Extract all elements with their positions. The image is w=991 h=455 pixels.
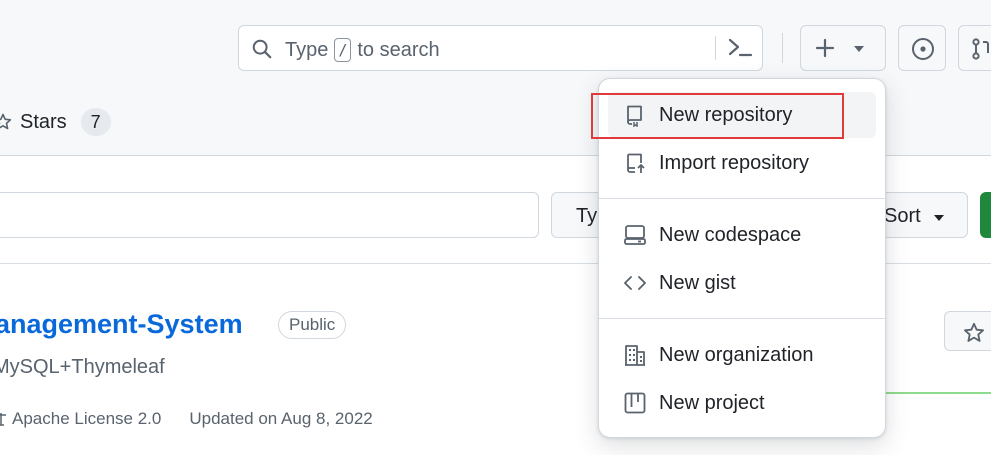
command-palette-icon[interactable]: [727, 37, 753, 59]
menu-item-label: New gist: [659, 272, 736, 294]
search-icon: [252, 39, 272, 59]
menu-item-label: New organization: [659, 344, 814, 366]
menu-divider: [599, 198, 885, 199]
activity-sparkline: [880, 392, 991, 394]
chevron-down-icon: [854, 46, 864, 52]
menu-divider: [599, 318, 885, 319]
menu-item-label: Import repository: [659, 152, 810, 174]
repo-updated: Updated on Aug 8, 2022: [189, 409, 373, 428]
tab-stars[interactable]: Stars 7: [0, 106, 111, 138]
pull-requests-button[interactable]: [958, 25, 991, 71]
search-placeholder-suffix: to search: [357, 38, 440, 61]
repo-name-link[interactable]: anagement-System: [0, 309, 243, 340]
star-button[interactable]: [944, 311, 991, 351]
star-icon: [964, 322, 984, 342]
menu-item-new-organization[interactable]: New organization: [608, 332, 876, 378]
menu-item-new-project[interactable]: New project: [608, 380, 876, 426]
tab-stars-label: Stars: [20, 110, 67, 133]
git-pull-request-icon: [972, 38, 989, 60]
menu-item-new-gist[interactable]: New gist: [608, 260, 876, 306]
menu-item-import-repository[interactable]: Import repository: [608, 140, 876, 186]
issues-button[interactable]: [898, 25, 946, 71]
search-shortcut-key: /: [334, 38, 352, 62]
type-filter-label: Ty: [576, 205, 598, 227]
star-icon: [0, 113, 12, 130]
chevron-down-icon: [934, 215, 944, 221]
code-icon: [624, 276, 646, 290]
plus-icon: [815, 38, 835, 58]
highlight-annotation: [591, 93, 844, 139]
create-new-button[interactable]: [800, 25, 886, 71]
law-icon: [0, 413, 6, 426]
visibility-badge: Public: [278, 311, 347, 339]
project-icon: [624, 392, 646, 414]
header-separator: [782, 33, 783, 63]
issue-opened-icon: [912, 38, 934, 60]
organization-icon: [625, 345, 645, 366]
search-divider: [715, 36, 716, 60]
menu-item-label: New project: [659, 392, 765, 414]
codespace-icon: [624, 225, 646, 245]
repo-license: Apache License 2.0: [12, 409, 162, 428]
new-repository-button[interactable]: [980, 192, 991, 238]
tab-stars-count: 7: [80, 108, 111, 136]
repository-filter-input[interactable]: [0, 192, 539, 238]
repo-description: MySQL+Thymeleaf: [0, 356, 165, 378]
search-placeholder: Type / to search: [285, 38, 440, 62]
repo-meta: Apache License 2.0 Updated on Aug 8, 202…: [0, 409, 373, 429]
sort-label: Sort: [884, 205, 921, 227]
repo-push-icon: [627, 153, 645, 173]
menu-item-label: New codespace: [659, 224, 802, 246]
menu-item-new-codespace[interactable]: New codespace: [608, 212, 876, 258]
search-input[interactable]: Type / to search: [238, 25, 763, 71]
search-placeholder-prefix: Type: [285, 38, 329, 61]
